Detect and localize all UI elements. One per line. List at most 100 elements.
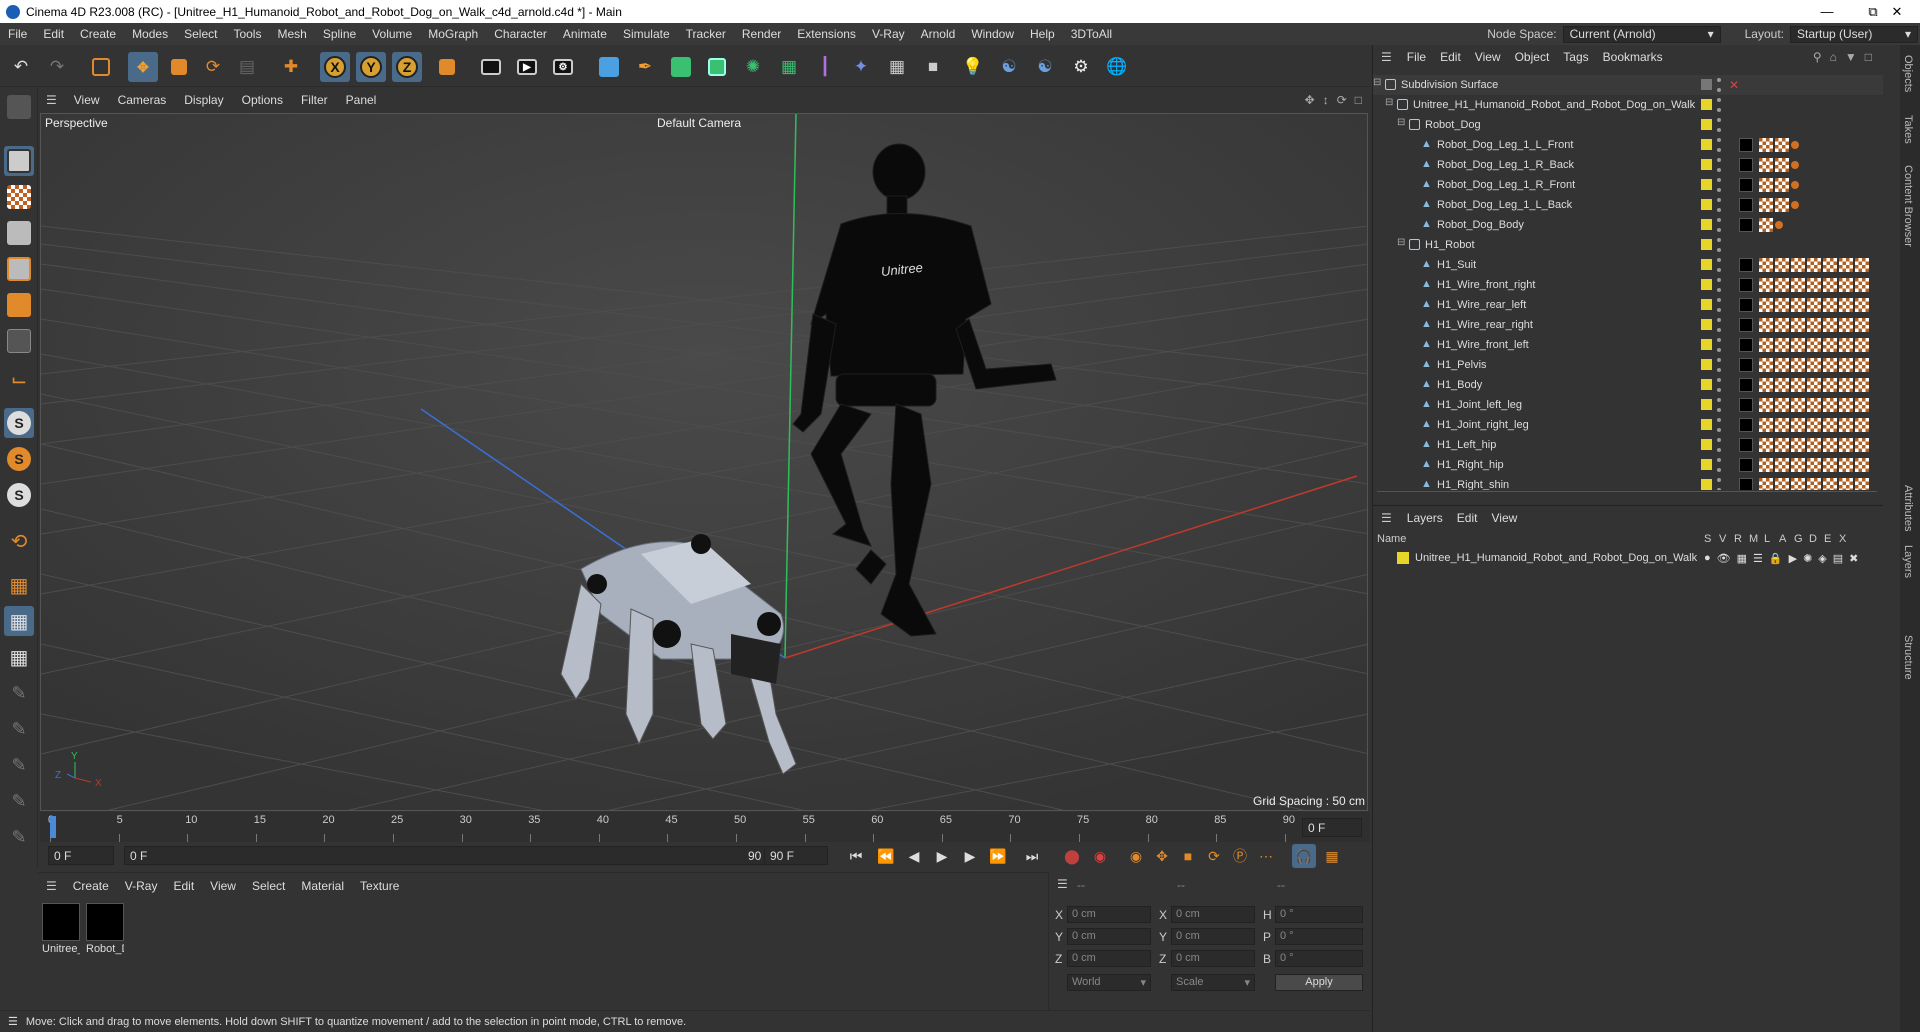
material-menu-edit[interactable]: Edit: [165, 879, 202, 893]
visibility-dots[interactable]: [1717, 98, 1721, 112]
hamburger-icon[interactable]: ☰: [38, 879, 65, 893]
object-name[interactable]: H1_Right_shin: [1437, 479, 1509, 490]
texture-tag-icon[interactable]: [1791, 458, 1805, 472]
texture-tag-icon[interactable]: [1855, 478, 1869, 490]
material-tag[interactable]: [1739, 218, 1753, 232]
rotate-view-icon[interactable]: ⟳: [1337, 93, 1347, 107]
visibility-dots[interactable]: [1717, 338, 1721, 352]
viewport-menu-filter[interactable]: Filter: [292, 93, 337, 107]
texture-tag-icon[interactable]: [1807, 458, 1821, 472]
texture-tag-icon[interactable]: [1807, 418, 1821, 432]
viewport-menu-options[interactable]: Options: [233, 93, 292, 107]
texture-tag-icon[interactable]: [1791, 378, 1805, 392]
visibility-dots[interactable]: [1717, 278, 1721, 292]
object-name[interactable]: H1_Left_hip: [1437, 439, 1496, 451]
autokey-icon[interactable]: ◉: [1088, 844, 1112, 868]
position-y-field[interactable]: 0 cm: [1067, 928, 1151, 945]
grid-icon[interactable]: ▦: [4, 606, 34, 636]
magnet-icon[interactable]: ⟲: [4, 526, 34, 556]
material-menu-select[interactable]: Select: [244, 879, 293, 893]
axis-mode-icon[interactable]: ⌙: [4, 364, 34, 394]
apply-button[interactable]: Apply: [1275, 974, 1363, 991]
material-tag[interactable]: [1739, 478, 1753, 490]
material-tag[interactable]: [1739, 458, 1753, 472]
pan-view-icon[interactable]: ✥: [1305, 93, 1315, 107]
viewport-menu-cameras[interactable]: Cameras: [109, 93, 176, 107]
texture-tag-icon[interactable]: [1823, 458, 1837, 472]
keyframe-selection-icon[interactable]: ◉: [1124, 844, 1148, 868]
object-name[interactable]: H1_Suit: [1437, 259, 1476, 271]
texture-tag-icon[interactable]: [1839, 398, 1853, 412]
material-tag[interactable]: [1739, 158, 1753, 172]
material-tag[interactable]: [1739, 318, 1753, 332]
object-name[interactable]: H1_Wire_front_left: [1437, 339, 1529, 351]
visibility-dots[interactable]: [1717, 178, 1721, 192]
menu-item-mesh[interactable]: Mesh: [269, 27, 314, 41]
object-row[interactable]: ▲ Robot_Dog_Leg_1_R_Front: [1373, 175, 1883, 195]
object-menu-view[interactable]: View: [1468, 50, 1508, 64]
material-menu-v-ray[interactable]: V-Ray: [117, 879, 166, 893]
material-tag[interactable]: [1739, 278, 1753, 292]
layer-color-tag[interactable]: [1701, 379, 1712, 390]
object-row[interactable]: ▲ H1_Left_hip: [1373, 435, 1883, 455]
texture-tag-icon[interactable]: [1759, 178, 1773, 192]
visibility-dots[interactable]: [1717, 318, 1721, 332]
object-name[interactable]: H1_Body: [1437, 379, 1482, 391]
material-tag[interactable]: [1739, 178, 1753, 192]
toggle-layout-icon[interactable]: □: [1355, 93, 1362, 107]
menu-item-animate[interactable]: Animate: [555, 27, 615, 41]
texture-tag-icon[interactable]: [1759, 398, 1773, 412]
layer-visible-icon[interactable]: 👁: [1717, 552, 1731, 565]
size-x-field[interactable]: 0 cm: [1171, 906, 1255, 923]
texture-tag-icon[interactable]: [1807, 298, 1821, 312]
start-frame-field[interactable]: 0 F: [48, 846, 114, 865]
texture-tag-icon[interactable]: [1775, 258, 1789, 272]
visibility-dots[interactable]: [1717, 118, 1721, 132]
menu-item-mograph[interactable]: MoGraph: [420, 27, 486, 41]
texture-tag-icon[interactable]: [1823, 318, 1837, 332]
floor-icon[interactable]: ▦: [882, 52, 912, 82]
layer-color-tag[interactable]: [1701, 319, 1712, 330]
object-name[interactable]: Robot_Dog_Leg_1_R_Front: [1437, 179, 1575, 191]
object-row[interactable]: ▲ H1_Right_hip: [1373, 455, 1883, 475]
texture-tag-icon[interactable]: [1839, 338, 1853, 352]
phong-tag-icon[interactable]: [1791, 141, 1799, 149]
layers-menu-edit[interactable]: Edit: [1450, 511, 1485, 525]
material-tag[interactable]: [1739, 358, 1753, 372]
layer-color-tag[interactable]: [1701, 459, 1712, 470]
object-name[interactable]: H1_Joint_right_leg: [1437, 419, 1529, 431]
texture-tag-icon[interactable]: [1807, 358, 1821, 372]
layer-color-tag[interactable]: [1701, 419, 1712, 430]
render-picture-viewer-icon[interactable]: ▶: [512, 52, 542, 82]
object-menu-bookmarks[interactable]: Bookmarks: [1596, 50, 1670, 64]
snap-icon[interactable]: S: [4, 408, 34, 438]
minimize-icon[interactable]: —: [1804, 0, 1850, 23]
record-disabled-icon[interactable]: ⬤: [1060, 844, 1084, 868]
object-name[interactable]: H1_Wire_front_right: [1437, 279, 1535, 291]
edge-mode-icon[interactable]: [4, 254, 34, 284]
texture-tag-icon[interactable]: [1823, 398, 1837, 412]
coordinate-system-icon[interactable]: [432, 52, 462, 82]
texture-tag-icon[interactable]: [1775, 398, 1789, 412]
key-rotation-icon[interactable]: ⟳: [1202, 844, 1226, 868]
mograph-icon[interactable]: ▦: [774, 52, 804, 82]
texture-tag-icon[interactable]: [1839, 358, 1853, 372]
texture-tag-icon[interactable]: [1775, 378, 1789, 392]
spline-pen-icon[interactable]: ✒: [630, 52, 660, 82]
python-icon[interactable]: ☯: [994, 52, 1024, 82]
texture-tag-icon[interactable]: [1807, 278, 1821, 292]
object-horizontal-scrollbar[interactable]: [1377, 491, 1877, 501]
texture-tag-icon[interactable]: [1823, 358, 1837, 372]
texture-tag-icon[interactable]: [1855, 418, 1869, 432]
texture-tag-icon[interactable]: [1759, 218, 1773, 232]
texture-tag-icon[interactable]: [1807, 378, 1821, 392]
texture-tag-icon[interactable]: [1775, 298, 1789, 312]
cube-primitive-icon[interactable]: [594, 52, 624, 82]
menu-item-character[interactable]: Character: [486, 27, 555, 41]
previous-frame-icon[interactable]: ◀: [902, 844, 926, 868]
visibility-dots[interactable]: [1717, 378, 1721, 392]
timeline-end-field[interactable]: 0 F: [1302, 818, 1362, 837]
object-menu-edit[interactable]: Edit: [1433, 50, 1468, 64]
point-mode-icon[interactable]: [4, 218, 34, 248]
texture-tag-icon[interactable]: [1855, 458, 1869, 472]
